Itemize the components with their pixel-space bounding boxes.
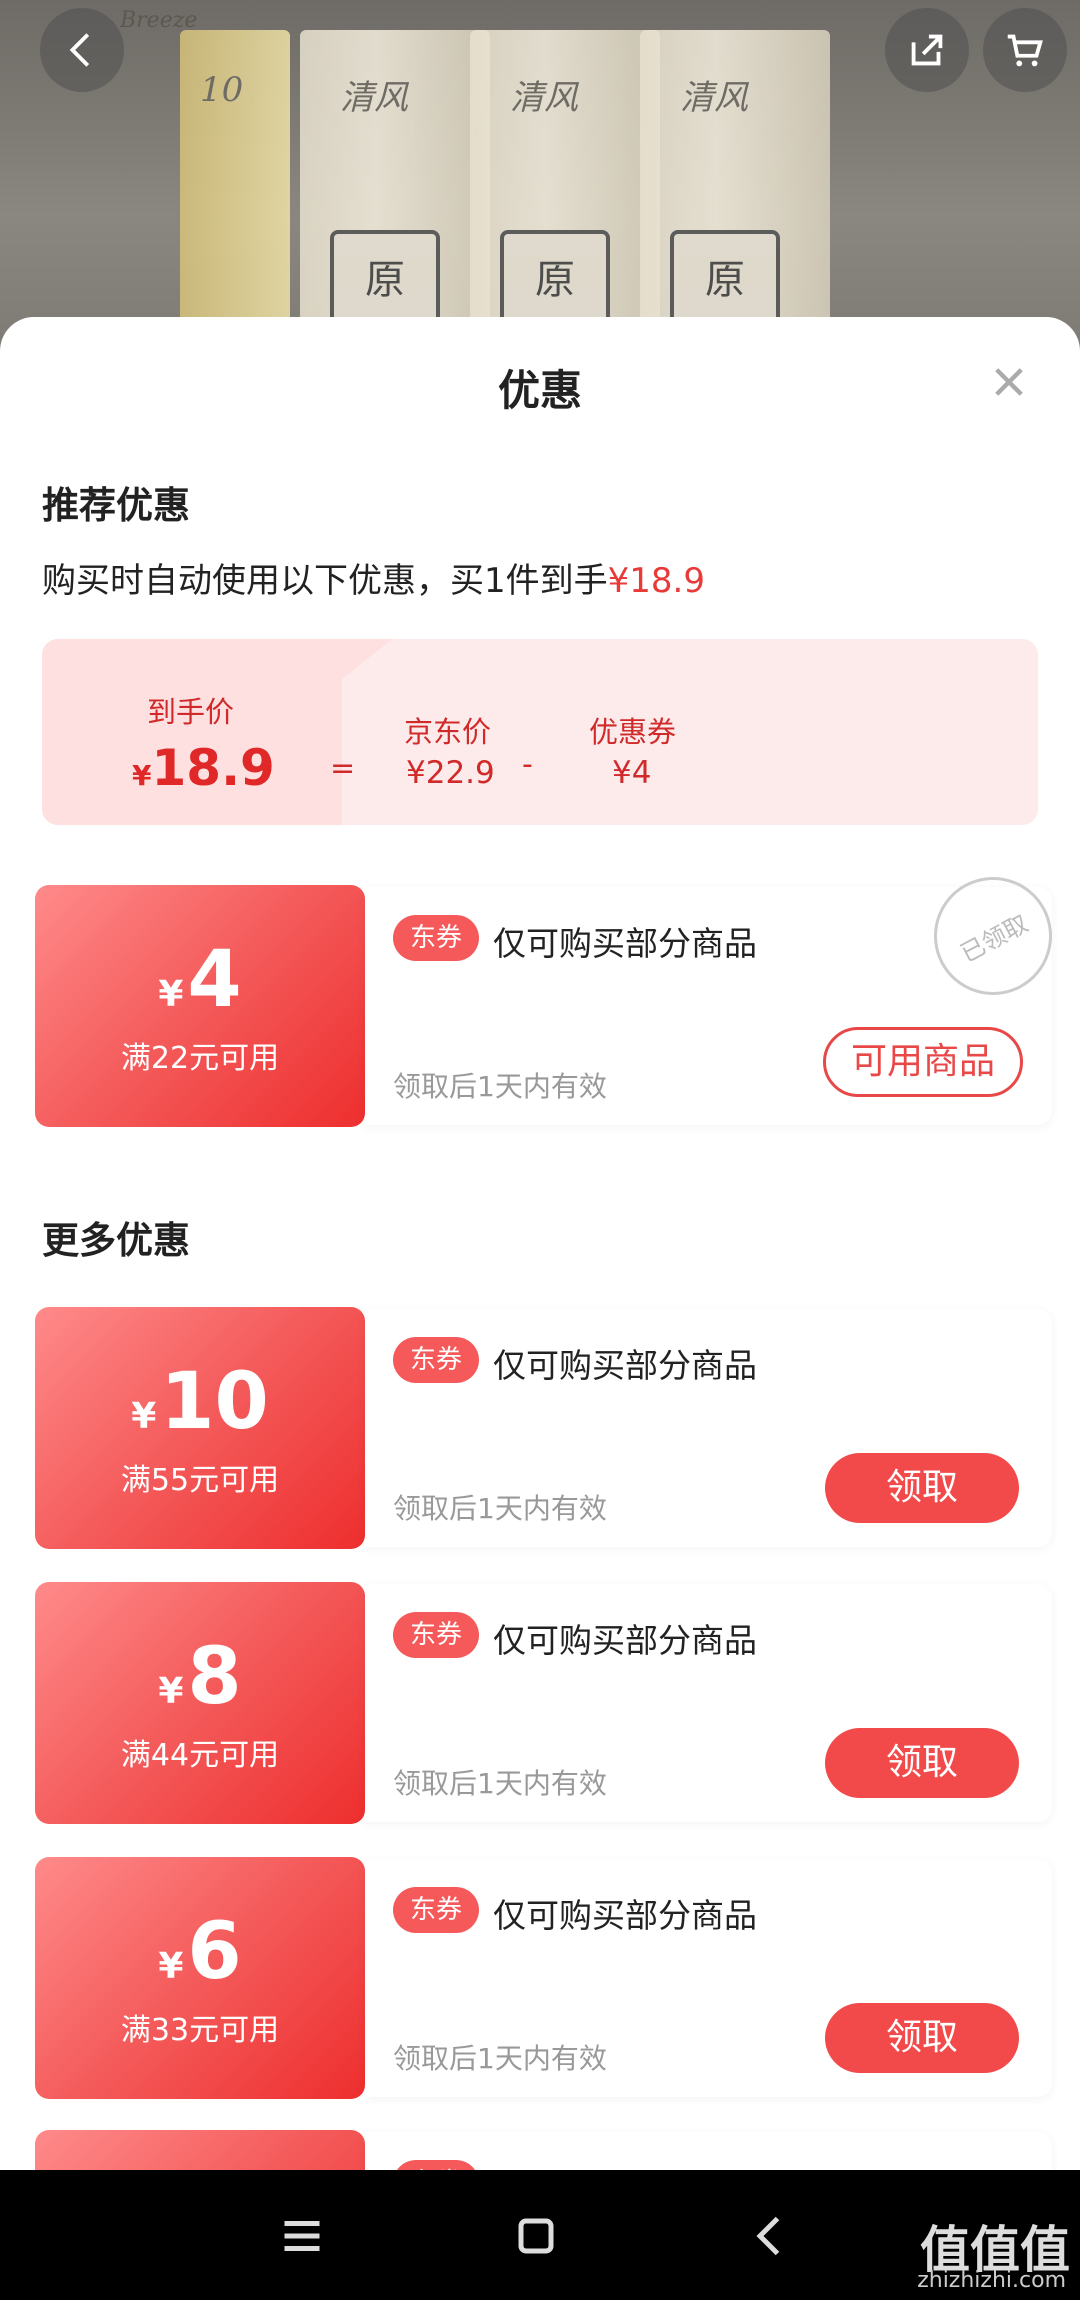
coupon-condition: 满44元可用 <box>120 1738 280 1773</box>
jd-price-value: ¥22.9 <box>406 755 495 791</box>
coupon-amount: ¥10 <box>35 1363 365 1441</box>
coupon-sheet: 优惠 推荐优惠 购买时自动使用以下优惠，买1件到手¥18.9 到手价 ¥18.9… <box>0 317 1080 2170</box>
final-price-currency: ¥ <box>132 759 152 792</box>
recommended-title: 推荐优惠 <box>42 484 190 527</box>
jd-price-label: 京东价 <box>404 715 492 749</box>
final-price-tab <box>42 639 392 825</box>
menu-icon[interactable] <box>272 2206 332 2266</box>
sheet-title: 优惠 <box>497 366 582 415</box>
product-package: 清风 原 <box>640 30 830 350</box>
product-package: 清风 原 <box>470 30 660 350</box>
price-breakdown: 到手价 ¥18.9 = 京东价 ¥22.9 - 优惠券 ¥4 <box>42 639 1038 825</box>
coupon-validity: 领取后1天内有效 <box>393 1492 607 1525</box>
summary-prefix: 购买时自动使用以下优惠，买1件到手 <box>42 561 608 601</box>
coupon-amount-panel: ¥4 满22元可用 <box>35 885 365 1127</box>
coupon-amount-value: 6 <box>187 1907 242 1997</box>
back-icon <box>69 33 90 67</box>
final-price-label: 到手价 <box>147 695 235 729</box>
product-package: 10 <box>180 30 290 350</box>
coupon-validity: 领取后1天内有效 <box>393 1767 607 1800</box>
coupon-tag: 东券 <box>393 1337 479 1383</box>
summary-text: 购买时自动使用以下优惠，买1件到手¥18.9 <box>42 553 705 602</box>
coupon-details: 东券 仅可购买部分商品 领取后1天内有效 领取 <box>365 1309 1052 1547</box>
coupon-card-partial: 东券 仅可购买部分商品 <box>35 2130 1052 2170</box>
coupon-card: ¥10 满55元可用 东券 仅可购买部分商品 领取后1天内有效 领取 <box>35 1307 1052 1549</box>
coupon-description: 仅可购买部分商品 <box>493 924 757 963</box>
claim-coupon-button[interactable]: 领取 <box>825 1728 1019 1798</box>
eligible-products-button[interactable]: 可用商品 <box>823 1027 1023 1097</box>
recommended-coupon: ¥4 满22元可用 东券 仅可购买部分商品 领取后1天内有效 可用商品 已领取 <box>35 856 1073 1127</box>
package-badge: 原 <box>670 230 780 330</box>
package-mark: 10 <box>200 70 244 110</box>
coupon-amount: ¥8 <box>35 1638 365 1716</box>
package-badge: 原 <box>330 230 440 330</box>
coupon-amount-value: 8 <box>187 1632 242 1722</box>
coupon-tag: 东券 <box>393 2160 479 2170</box>
watermark-url: zhizhizhi.com <box>917 2268 1066 2293</box>
claim-coupon-button[interactable]: 领取 <box>825 1453 1019 1523</box>
summary-price: ¥18.9 <box>607 561 705 601</box>
package-mark: 清风 <box>340 78 408 118</box>
coupon-amount-panel <box>35 2130 365 2170</box>
coupon-amount: ¥6 <box>35 1913 365 1991</box>
coupon-currency: ¥ <box>158 974 184 1015</box>
package-mark: 清风 <box>680 78 748 118</box>
coupon-amount-panel: ¥10 满55元可用 <box>35 1307 365 1549</box>
coupon-details: 东券 仅可购买部分商品 领取后1天内有效 可用商品 已领取 <box>365 856 1073 1125</box>
coupon-condition: 满55元可用 <box>120 1463 280 1498</box>
coupon-validity: 领取后1天内有效 <box>393 2042 607 2075</box>
coupon-details: 东券 仅可购买部分商品 <box>365 2132 1052 2170</box>
claim-coupon-button[interactable]: 领取 <box>825 2003 1019 2073</box>
minus-sign: - <box>522 747 533 782</box>
coupon-discount-value: ¥4 <box>612 755 652 791</box>
coupon-currency: ¥ <box>131 1396 157 1437</box>
coupon-card: ¥6 满33元可用 东券 仅可购买部分商品 领取后1天内有效 领取 <box>35 1857 1052 2099</box>
coupon-discount-label: 优惠券 <box>589 715 677 749</box>
final-price-value: ¥18.9 <box>132 739 275 797</box>
coupon-validity: 领取后1天内有效 <box>393 1070 607 1103</box>
coupon-amount-panel: ¥6 满33元可用 <box>35 1857 365 2099</box>
coupon-tag: 东券 <box>393 915 479 961</box>
claimed-stamp: 已领取 <box>913 856 1073 1016</box>
coupon-description: 仅可购买部分商品 <box>493 1896 757 1935</box>
package-badge: 原 <box>500 230 610 330</box>
share-button[interactable] <box>885 8 969 92</box>
coupon-details: 东券 仅可购买部分商品 领取后1天内有效 领取 <box>365 1584 1052 1822</box>
final-price-number: 18.9 <box>151 739 275 797</box>
share-icon <box>911 34 943 66</box>
product-package: 清风 原 <box>300 30 490 350</box>
coupon-amount-value: 10 <box>160 1357 269 1447</box>
coupon-amount-panel: ¥8 满44元可用 <box>35 1582 365 1824</box>
coupon-amount: ¥4 <box>35 941 365 1019</box>
coupon-tag: 东券 <box>393 1887 479 1933</box>
coupon-condition: 满33元可用 <box>120 2013 280 2048</box>
more-title: 更多优惠 <box>42 1219 190 1262</box>
coupon-currency: ¥ <box>158 1946 184 1987</box>
cart-button[interactable] <box>983 8 1067 92</box>
nav-back-icon[interactable] <box>740 2206 800 2266</box>
equals-sign: = <box>330 751 356 786</box>
package-mark: 清风 <box>510 78 578 118</box>
coupon-description: 仅可购买部分商品 <box>493 2162 757 2170</box>
coupon-tag: 东券 <box>393 1612 479 1658</box>
back-button[interactable] <box>40 8 124 92</box>
coupon-card: ¥8 满44元可用 东券 仅可购买部分商品 领取后1天内有效 领取 <box>35 1582 1052 1824</box>
coupon-description: 仅可购买部分商品 <box>493 1621 757 1660</box>
coupon-currency: ¥ <box>158 1671 184 1712</box>
coupon-condition: 满22元可用 <box>120 1041 280 1076</box>
coupon-details: 东券 仅可购买部分商品 领取后1天内有效 领取 <box>365 1859 1052 2097</box>
home-icon[interactable] <box>506 2206 566 2266</box>
coupon-amount-value: 4 <box>187 935 242 1025</box>
coupon-description: 仅可购买部分商品 <box>493 1346 757 1385</box>
close-icon[interactable] <box>988 361 1030 403</box>
cart-icon <box>1007 34 1043 67</box>
